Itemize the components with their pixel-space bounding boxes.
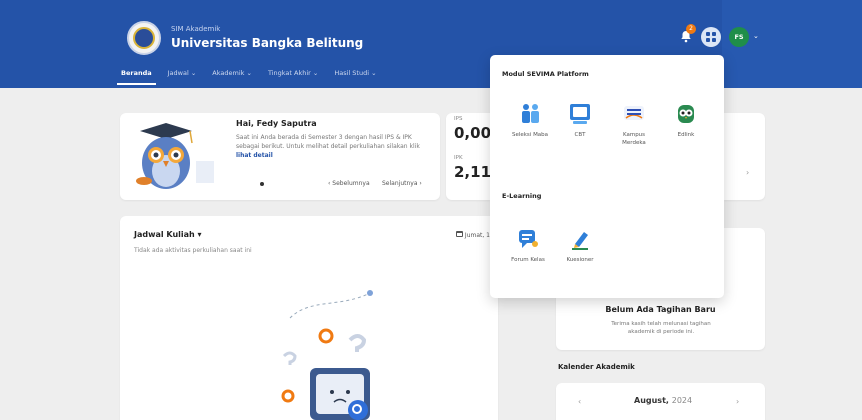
user-avatar[interactable]: FS: [729, 27, 749, 47]
app-label: CBT: [574, 132, 586, 138]
chevron-down-icon: ⌄: [371, 69, 377, 77]
welcome-text: Saat ini Anda berada di Semester 3 denga…: [236, 133, 432, 160]
ips-value: 0,00: [454, 124, 492, 142]
chevron-right-icon[interactable]: ›: [746, 168, 749, 177]
app-label: Kuesioner: [566, 257, 594, 263]
kampus-merdeka-icon: [624, 106, 644, 120]
app-label: Seleksi Maba: [511, 132, 549, 138]
app-label: Forum Kelas: [511, 257, 545, 263]
ipk-label: IPK: [454, 155, 463, 161]
nav-tingkat-akhir-label: Tingkat Akhir: [267, 69, 311, 77]
app-title[interactable]: Universitas Bangka Belitung: [171, 36, 363, 50]
calendar-icon: [456, 231, 463, 237]
chevron-down-icon[interactable]: ⌄: [753, 32, 759, 40]
nav-jadwal-label: Jadwal: [167, 69, 189, 77]
ipk-value: 2,11: [454, 163, 492, 181]
info-card-right: ›: [724, 113, 765, 200]
carousel-prev-button[interactable]: ‹ Sebelumnya: [328, 180, 370, 187]
cbt-icon: [570, 104, 590, 124]
app-label: Kampus Merdeka: [622, 132, 646, 146]
greeting: Hai, Fedy Saputra: [236, 119, 317, 128]
carousel-dot[interactable]: [260, 182, 264, 186]
schedule-card: Jadwal Kuliah ▾ Tidak ada aktivitas perk…: [120, 216, 520, 420]
nav-jadwal[interactable]: Jadwal ⌄: [168, 69, 197, 77]
owl-mascot-illustration: [136, 123, 214, 189]
chevron-down-icon: ⌄: [190, 69, 197, 77]
app-seleksi-maba[interactable]: Seleksi Maba: [507, 103, 553, 139]
detail-link[interactable]: lihat detail: [236, 152, 273, 159]
calendar-prev-button[interactable]: ‹: [578, 397, 581, 406]
app-subtitle: SIM Akademik: [171, 25, 221, 33]
notification-bell-icon[interactable]: 2: [680, 24, 696, 44]
empty-schedule-illustration: [281, 290, 373, 420]
caret-down-icon: ▾: [197, 230, 202, 239]
app-forum-kelas[interactable]: Forum Kelas: [505, 228, 551, 264]
nav-hasil-studi-label: Hasil Studi: [334, 69, 370, 77]
carousel-next-button[interactable]: Selanjutnya ›: [382, 180, 422, 187]
elearning-section-title: E-Learning: [502, 192, 542, 200]
notification-badge: 2: [686, 24, 696, 34]
calendar-year-label: 2024: [671, 396, 693, 405]
university-logo[interactable]: [127, 21, 161, 55]
people-icon: [522, 104, 539, 123]
welcome-intro: Saat ini Anda berada di Semester 3 denga…: [236, 134, 420, 150]
grid-icon: [706, 32, 716, 42]
app-edlink[interactable]: Edlink: [663, 103, 709, 139]
calendar-month-label: August,: [634, 396, 669, 405]
pencil-icon: [572, 232, 588, 250]
chevron-down-icon: ⌄: [246, 69, 252, 77]
nav-akademik-label: Akademik: [212, 69, 245, 77]
billing-text: Terima kasih telah melunasi tagihan akad…: [611, 321, 711, 335]
main-nav: Beranda Jadwal ⌄ Akademik ⌄ Tingkat Akhi…: [117, 69, 377, 85]
ips-label: IPS: [454, 116, 463, 122]
schedule-empty-text: Tidak ada aktivitas perkuliahan saat ini: [134, 247, 252, 254]
welcome-card: Hai, Fedy Saputra Saat ini Anda berada d…: [120, 113, 440, 200]
billing-title: Belum Ada Tagihan Baru: [605, 305, 716, 314]
calendar-next-button[interactable]: ›: [736, 397, 739, 406]
nav-beranda-label: Beranda: [121, 69, 152, 77]
nav-tingkat-akhir[interactable]: Tingkat Akhir ⌄: [268, 69, 318, 77]
university-seal-icon: [133, 27, 155, 49]
app-kampus-merdeka[interactable]: Kampus Merdeka: [611, 103, 657, 147]
calendar-month: August, 2024: [634, 396, 692, 405]
calendar-section-title: Kalender Akademik: [558, 363, 635, 371]
app-cbt[interactable]: CBT: [557, 103, 603, 139]
chevron-down-icon: ⌄: [312, 69, 319, 77]
schedule-title-dropdown[interactable]: Jadwal Kuliah ▾: [134, 230, 202, 239]
app-label: Edlink: [677, 132, 695, 138]
nav-akademik[interactable]: Akademik ⌄: [212, 69, 252, 77]
schedule-title: Jadwal Kuliah: [134, 230, 195, 239]
apps-grid-button[interactable]: [701, 27, 721, 47]
nav-hasil-studi[interactable]: Hasil Studi ⌄: [334, 69, 376, 77]
nav-beranda[interactable]: Beranda: [117, 69, 156, 85]
chat-icon: [519, 230, 538, 248]
grade-stats-card: IPS 0,00 IPK 2,11: [446, 113, 492, 200]
app-kuesioner[interactable]: Kuesioner: [557, 228, 603, 264]
sevima-section-title: Modul SEVIMA Platform: [502, 70, 589, 78]
academic-calendar-card: ‹ August, 2024 ›: [556, 383, 765, 420]
apps-dropdown-panel: Modul SEVIMA Platform Seleksi Maba CBT K…: [490, 55, 724, 298]
edlink-owl-icon: [678, 105, 694, 123]
